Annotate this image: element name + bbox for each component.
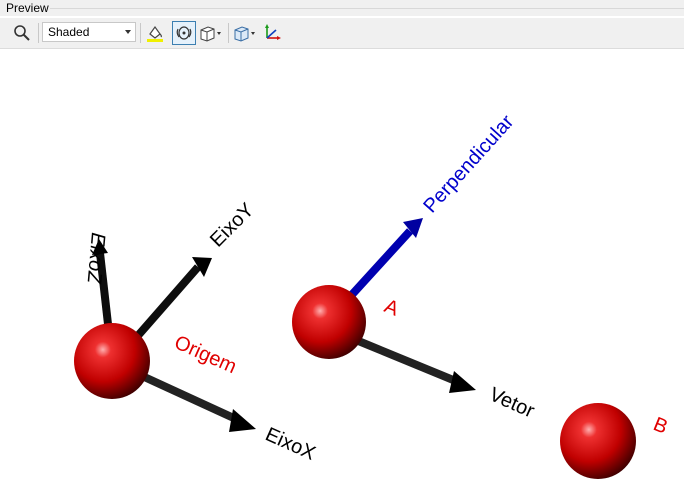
label-a: A <box>381 295 402 321</box>
cube-view-button[interactable] <box>232 21 256 45</box>
axes-button[interactable] <box>260 21 284 45</box>
rotate-icon <box>176 26 192 40</box>
box-view-icon <box>200 26 221 42</box>
origin-sphere[interactable] <box>74 323 150 399</box>
point-a-sphere[interactable] <box>292 285 366 359</box>
3d-viewport[interactable]: EixoZ EixoY EixoX Origem Perpendicular A… <box>0 49 684 483</box>
axis-x-arrow <box>138 371 256 432</box>
perpendicular-arrow <box>345 218 423 302</box>
label-eixoz: EixoZ <box>82 232 108 286</box>
label-perpendicular: Perpendicular <box>419 111 518 218</box>
render-mode-select[interactable]: Shaded <box>42 22 136 42</box>
panel-title: Preview <box>6 1 49 15</box>
label-b: B <box>650 413 671 438</box>
zoom-icon <box>14 25 30 41</box>
rotate-button[interactable] <box>172 21 196 45</box>
toolbar-separator <box>228 23 229 43</box>
axes-icon <box>265 24 281 40</box>
toolbar-separator <box>38 23 39 43</box>
point-b-sphere[interactable] <box>560 403 636 479</box>
panel-divider <box>50 8 684 9</box>
render-mode-value: Shaded <box>48 25 90 39</box>
box-view-button[interactable] <box>198 21 222 45</box>
preview-window: Preview Shaded EixoZ EixoY EixoX Origem … <box>0 0 684 483</box>
zoom-button[interactable] <box>10 21 34 45</box>
label-eixoy: EixoY <box>206 199 259 252</box>
label-eixox: EixoX <box>262 423 319 464</box>
toolbar-separator <box>140 23 141 43</box>
panel-header: Preview <box>0 0 684 16</box>
toolbar: Shaded <box>0 18 684 49</box>
label-origem: Origem <box>171 331 240 378</box>
fill-color-icon <box>147 25 163 42</box>
vetor-arrow <box>354 336 476 393</box>
fill-color-button[interactable] <box>143 21 167 45</box>
cube-view-icon <box>234 26 255 42</box>
label-vetor: Vetor <box>486 383 538 422</box>
chevron-down-icon <box>125 30 131 34</box>
scene-canvas[interactable]: EixoZ EixoY EixoX Origem Perpendicular A… <box>0 49 684 483</box>
axis-y-arrow <box>131 257 212 342</box>
